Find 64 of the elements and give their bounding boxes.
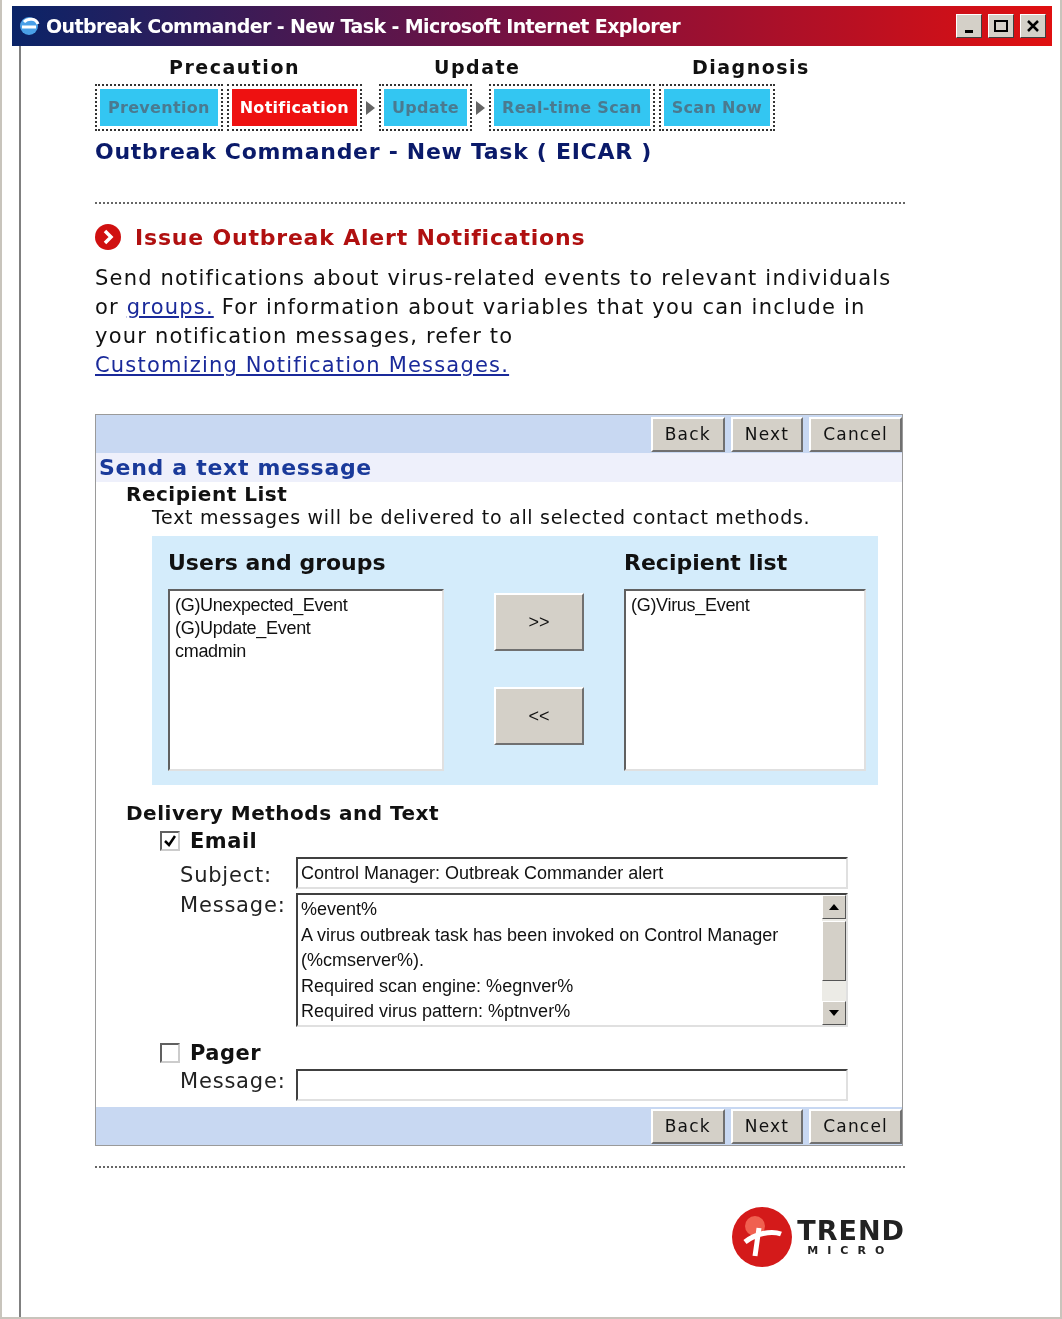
checkbox-label: Pager (190, 1041, 262, 1065)
phase-label: Precaution (169, 56, 301, 78)
window-title: Outbreak Commander - New Task - Microsoft Internet Explorer (46, 15, 682, 37)
email-checkbox[interactable] (160, 831, 180, 851)
chevron-icon (95, 224, 121, 250)
link[interactable]: Customizing Notification Messages. (95, 353, 510, 377)
scroll-up-button[interactable] (822, 895, 846, 919)
message-line: Required scan engine: %egnver% (301, 974, 575, 998)
link[interactable]: groups. (126, 295, 214, 319)
wizard-button[interactable]: Cancel (809, 416, 902, 452)
maximize-button[interactable] (988, 14, 1014, 38)
field-label: Message: (180, 1069, 287, 1093)
wizard-button[interactable]: Back (650, 1108, 725, 1144)
phase-label: Update (434, 56, 522, 78)
wizard-button[interactable]: Cancel (809, 1108, 902, 1144)
minimize-icon (965, 29, 973, 33)
message-line: Required virus pattern: %ptnver% (301, 1000, 572, 1023)
down-arrow-icon (829, 1010, 839, 1016)
close-icon (1027, 20, 1039, 32)
field-label: Subject: (180, 863, 273, 887)
list-item[interactable]: (G)Virus_Event (631, 594, 859, 617)
recipients-listbox[interactable]: (G)Virus_Event (624, 589, 866, 771)
logo-subtext: MICRO (806, 1244, 895, 1257)
form-title: Send a text message (96, 453, 902, 482)
wizard-button[interactable]: Back (650, 416, 725, 452)
wizard-button[interactable]: Next (730, 1108, 804, 1144)
minimize-button[interactable] (956, 14, 982, 38)
note-text: Text messages will be delivered to all selected contact methods. (151, 506, 812, 528)
intro-text: Send notifications about virus-related events to relevant individuals or groups. For information about variables that you can include in your notification messages, refer to Customizing Notification Messages. (95, 265, 893, 379)
section-heading: Recipient List (125, 482, 289, 506)
check-icon (164, 835, 176, 847)
up-arrow-icon (829, 904, 839, 910)
arrow-icon (366, 100, 375, 115)
logo-text: TREND (797, 1217, 905, 1244)
wizard-button[interactable]: Next (730, 416, 804, 452)
scrollbar[interactable] (822, 895, 846, 1025)
message-line: %event% (301, 898, 379, 921)
subject-field[interactable]: Control Manager: Outbreak Commander alert (296, 857, 848, 889)
column-heading: Users and groups (168, 550, 387, 575)
section-heading: Delivery Methods and Text (125, 801, 441, 825)
remove-button[interactable]: << (494, 687, 584, 745)
section-title: Issue Outbreak Alert Notifications (135, 224, 586, 250)
field-label: Message: (180, 893, 287, 917)
column-heading: Recipient list (624, 550, 789, 575)
logo-icon (731, 1206, 794, 1268)
add-button[interactable]: >> (494, 593, 584, 651)
list-item[interactable]: cmadmin (175, 640, 437, 663)
list-item[interactable]: (G)Update_Event (175, 617, 437, 640)
message-field[interactable]: %event% A virus outbreak task has been invoked on Control Manager (%cmserver%). Required scan engine: %egnver% Required virus pattern: %ptnver% (296, 893, 848, 1027)
list-item[interactable]: (G)Unexpected_Event (175, 594, 437, 617)
message-line: A virus outbreak task has been invoked on Control Manager (%cmserver%). (301, 923, 780, 972)
step-tab[interactable]: Notification (231, 89, 357, 126)
scroll-thumb[interactable] (822, 921, 846, 981)
pager-checkbox[interactable] (160, 1043, 180, 1063)
pager-message-field[interactable] (296, 1069, 848, 1101)
close-button[interactable] (1020, 14, 1046, 38)
scroll-down-button[interactable] (822, 1001, 846, 1025)
checkbox-label: Email (190, 829, 258, 853)
arrow-icon (476, 100, 485, 115)
maximize-icon (994, 20, 1008, 32)
browser-icon (18, 15, 40, 37)
phase-label: Diagnosis (692, 56, 811, 78)
page-title: Outbreak Commander - New Task ( EICAR ) (95, 139, 653, 164)
users-listbox[interactable]: (G)Unexpected_Event (G)Update_Event cmadmin (168, 589, 444, 771)
